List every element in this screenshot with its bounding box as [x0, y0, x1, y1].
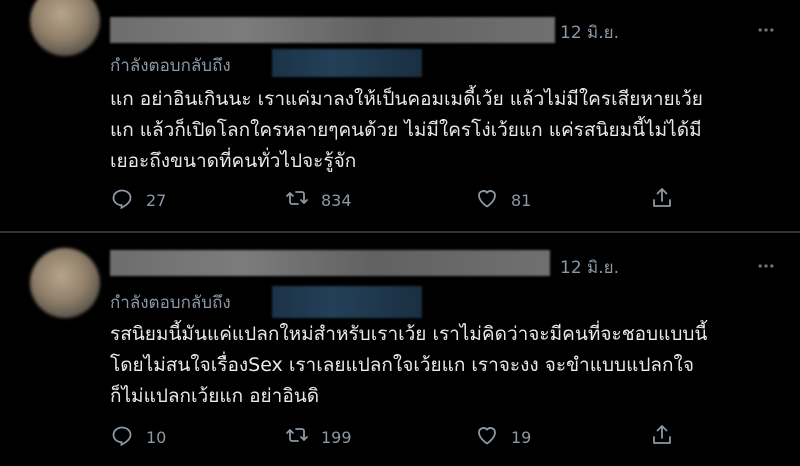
share-icon [650, 423, 674, 451]
tweet-date[interactable]: 12 มิ.ย. [560, 19, 619, 46]
reply-handle-redacted[interactable] [272, 49, 422, 77]
more-icon[interactable] [756, 256, 776, 276]
retweet-count: 199 [321, 427, 352, 447]
reply-handle-redacted[interactable] [272, 286, 422, 318]
author-name-redacted[interactable] [110, 17, 555, 43]
tweet-date[interactable]: 12 มิ.ย. [560, 254, 619, 281]
reply-button[interactable]: 10 [110, 423, 166, 451]
reply-count: 27 [146, 190, 167, 210]
avatar[interactable] [30, 248, 100, 318]
heart-icon [475, 423, 499, 451]
like-button[interactable]: 19 [475, 423, 531, 451]
share-icon [650, 186, 674, 214]
author-name-redacted[interactable] [110, 250, 550, 276]
tweet-text: แก อย่าอินเกินนะ เราแค่มาลงให้เป็นคอมเมด… [110, 88, 703, 172]
retweet-icon [285, 186, 309, 214]
reply-icon [110, 423, 134, 451]
tweet-divider [0, 231, 800, 233]
retweet-button[interactable]: 834 [285, 186, 352, 214]
tweet[interactable]: 12 มิ.ย. กำลังตอบกลับถึง แก อย่าอินเกินน… [0, 0, 800, 232]
like-count: 81 [511, 190, 532, 210]
reply-icon [110, 186, 134, 214]
more-icon[interactable] [756, 20, 776, 40]
share-button[interactable] [650, 186, 674, 214]
tweet-text: รสนิยมนี้มันแค่แปลกใหม่สำหรับเราเว้ย เรา… [110, 323, 708, 407]
reply-count: 10 [146, 427, 167, 447]
heart-icon [475, 186, 499, 214]
tweet-actions: 10 199 19 [110, 423, 790, 451]
replying-to-label: กำลังตอบกลับถึง [110, 56, 231, 76]
like-button[interactable]: 81 [475, 186, 531, 214]
tweet-actions: 27 834 81 [110, 186, 790, 214]
retweet-button[interactable]: 199 [285, 423, 352, 451]
share-button[interactable] [650, 423, 674, 451]
like-count: 19 [511, 427, 532, 447]
avatar[interactable] [30, 0, 100, 56]
reply-button[interactable]: 27 [110, 186, 166, 214]
retweet-icon [285, 423, 309, 451]
replying-to-label: กำลังตอบกลับถึง [110, 293, 231, 313]
tweet[interactable]: 12 มิ.ย. กำลังตอบกลับถึง รสนิยมนี้มันแค่… [0, 234, 800, 466]
retweet-count: 834 [321, 190, 352, 210]
